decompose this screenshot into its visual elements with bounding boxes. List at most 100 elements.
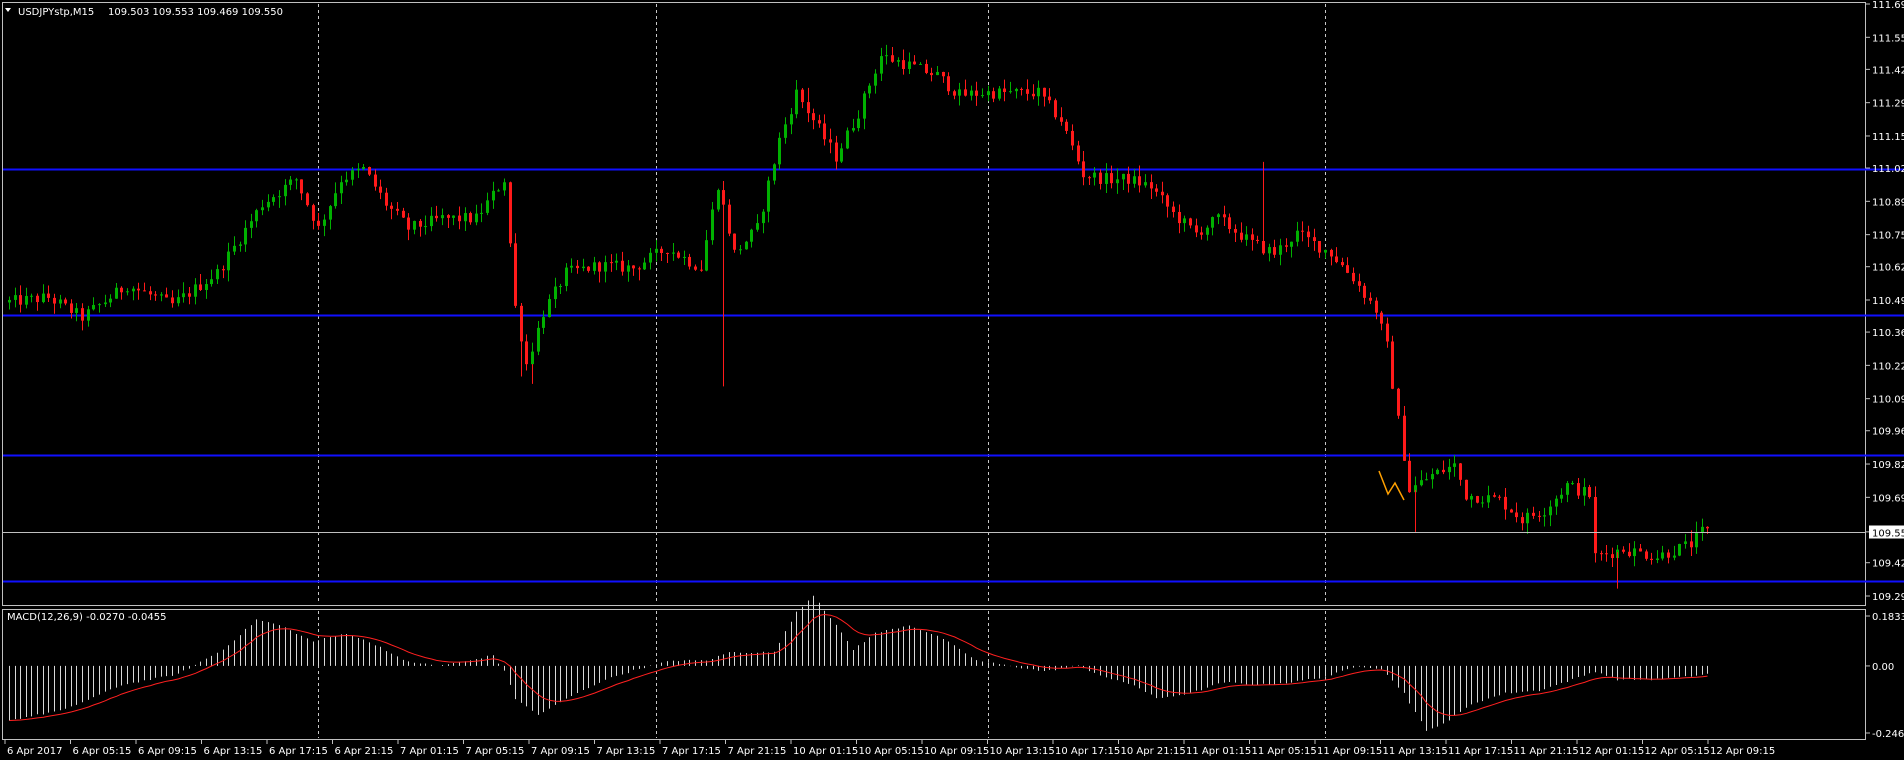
candle-body xyxy=(25,295,28,305)
candle-body xyxy=(947,76,950,92)
candle-body xyxy=(964,89,967,96)
candle-body xyxy=(177,297,180,304)
candle-body xyxy=(1605,553,1608,555)
candle-body xyxy=(430,215,433,227)
candle-body xyxy=(1667,552,1670,558)
candle-body xyxy=(1611,554,1614,559)
candle-body xyxy=(874,73,877,86)
candle-body xyxy=(1369,297,1372,301)
candle-body xyxy=(267,201,270,208)
candle-body xyxy=(1127,173,1130,184)
candle-body xyxy=(1099,172,1102,184)
candle-body xyxy=(255,210,258,222)
time-tick-label: 7 Apr 05:15 xyxy=(466,746,525,757)
candle-body xyxy=(1678,543,1681,556)
candle-body xyxy=(480,212,483,214)
candle-body xyxy=(351,170,354,180)
candle-body xyxy=(829,139,832,143)
candle-body xyxy=(857,118,860,129)
candle-body xyxy=(334,193,337,207)
price-tick-label: 111.290 xyxy=(1872,99,1904,110)
price-tick-label: 110.890 xyxy=(1872,197,1904,208)
candle-body xyxy=(1493,495,1496,497)
candle-body xyxy=(632,265,635,269)
candle-body xyxy=(677,252,680,258)
price-tick-label: 109.425 xyxy=(1872,559,1904,570)
candle-body xyxy=(1577,483,1580,496)
candle-body xyxy=(1048,96,1051,101)
time-tick-label: 7 Apr 17:15 xyxy=(662,746,721,757)
time-tick-label: 10 Apr 21:15 xyxy=(1121,746,1186,757)
candle-body xyxy=(1673,555,1676,558)
candle-body xyxy=(1532,512,1535,516)
candle-body xyxy=(1138,176,1141,186)
candle-body xyxy=(1453,463,1456,467)
candle-body xyxy=(509,182,512,244)
candle-body xyxy=(441,215,444,219)
price-tick-label: 111.155 xyxy=(1872,132,1904,143)
candle-body xyxy=(1043,87,1046,97)
candle-body xyxy=(1481,502,1484,504)
candle-body xyxy=(1093,172,1096,178)
candle-body xyxy=(1459,463,1462,480)
time-tick-label: 7 Apr 09:15 xyxy=(531,746,590,757)
candle-body xyxy=(1403,415,1406,461)
candle-body xyxy=(413,220,416,230)
candle-body xyxy=(1504,496,1507,510)
candle-body xyxy=(1206,227,1209,235)
candle-body xyxy=(1172,206,1175,212)
candle-body xyxy=(295,179,298,181)
candle-body xyxy=(852,128,855,131)
macd-tick-label: -0.2462 xyxy=(1872,729,1904,740)
candle-body xyxy=(424,226,427,228)
candle-body xyxy=(998,88,1001,99)
ohlc-readout: 109.503 109.553 109.469 109.550 xyxy=(108,7,283,18)
candle-body xyxy=(739,249,742,251)
candle-body xyxy=(70,303,73,313)
candle-body xyxy=(565,267,568,287)
trading-chart[interactable]: 111.690 111.555 111.425 111.290 111.155 111.0… xyxy=(0,0,1904,760)
candle-body xyxy=(1009,91,1012,93)
price-tick-label: 111.555 xyxy=(1872,33,1904,44)
candle-body xyxy=(1133,176,1136,184)
price-tick-label: 109.960 xyxy=(1872,427,1904,438)
candle-body xyxy=(289,179,292,185)
time-tick-label: 6 Apr 09:15 xyxy=(138,746,197,757)
candle-body xyxy=(1324,249,1327,253)
price-tick-label: 109.290 xyxy=(1872,592,1904,603)
candle-body xyxy=(216,269,219,280)
candle-body xyxy=(1515,512,1518,518)
candle-body xyxy=(1015,88,1018,92)
price-tick-label: 110.625 xyxy=(1872,263,1904,274)
time-tick-label: 6 Apr 17:15 xyxy=(269,746,328,757)
candle-body xyxy=(98,304,101,306)
candle-body xyxy=(818,120,821,124)
candle-body xyxy=(464,213,467,222)
candle-body xyxy=(402,210,405,218)
current-price-label: 109.550 xyxy=(1872,529,1904,540)
time-tick-label: 11 Apr 01:15 xyxy=(1186,746,1251,757)
candle-body xyxy=(778,137,781,165)
candle-body xyxy=(1538,515,1541,517)
candle-body xyxy=(1285,245,1288,247)
macd-tick-label: 0.1833 xyxy=(1872,612,1904,623)
candle-body xyxy=(1465,479,1468,500)
candle-body xyxy=(503,182,506,191)
candle-body xyxy=(1166,195,1169,207)
time-tick-label: 12 Apr 01:15 xyxy=(1579,746,1644,757)
candle-body xyxy=(992,91,995,99)
candle-body xyxy=(1583,487,1586,496)
candle-body xyxy=(1397,388,1400,416)
candle-body xyxy=(942,71,945,77)
candle-body xyxy=(795,89,798,115)
time-tick-label: 12 Apr 05:15 xyxy=(1645,746,1710,757)
candle-body xyxy=(497,190,500,192)
candle-body xyxy=(559,286,562,288)
candle-body xyxy=(64,299,67,304)
candle-body xyxy=(897,60,900,62)
candle-body xyxy=(1358,281,1361,286)
candle-body xyxy=(525,341,528,365)
candle-body xyxy=(1701,526,1704,533)
candle-body xyxy=(604,262,607,272)
time-tick-label: 10 Apr 17:15 xyxy=(1055,746,1120,757)
